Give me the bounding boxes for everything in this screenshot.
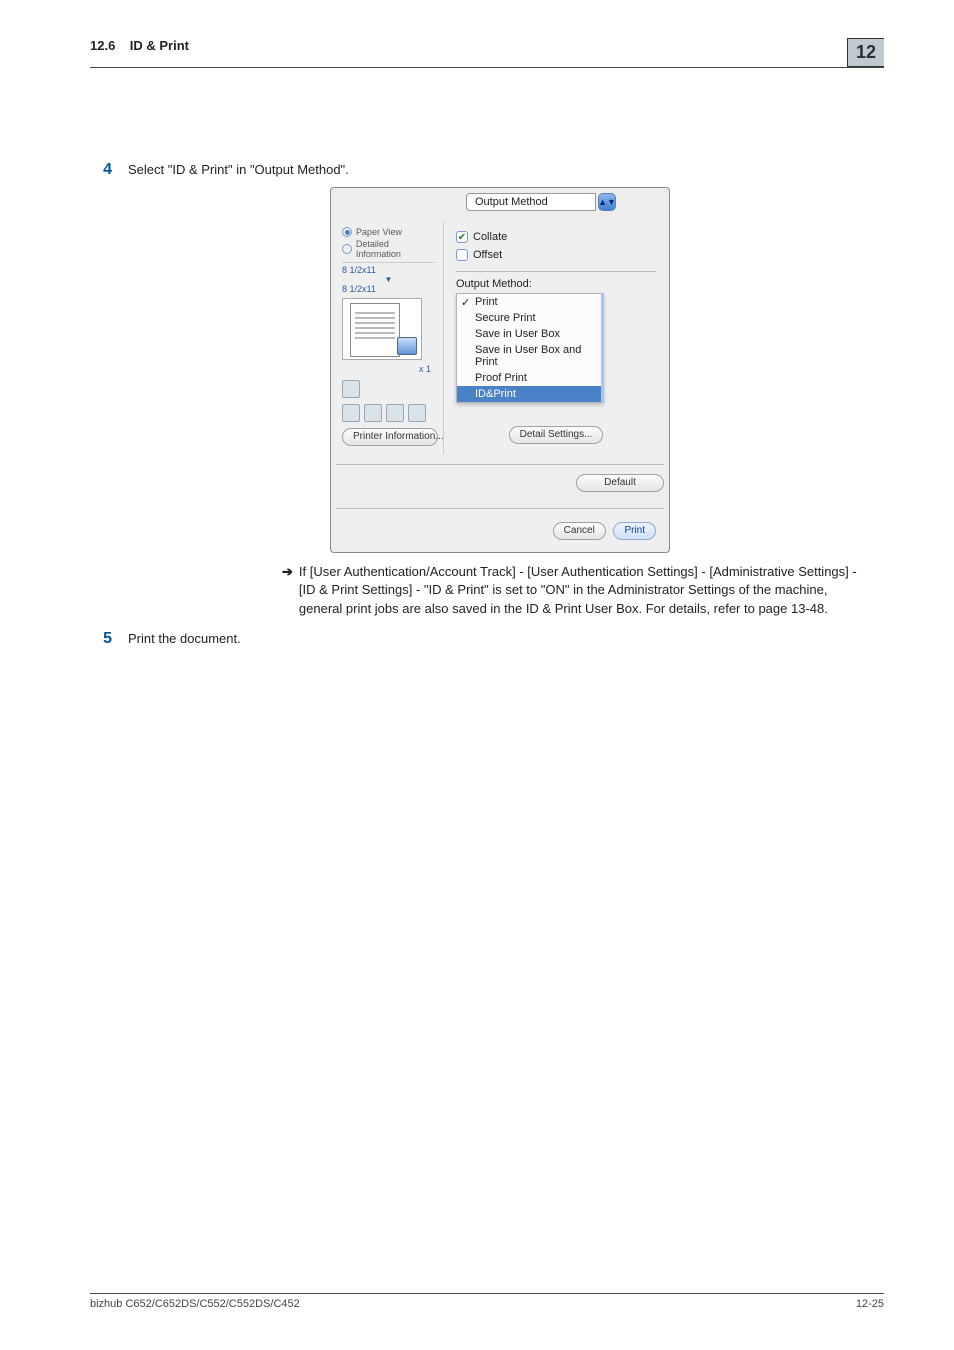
page-preview [342,298,422,360]
menu-item-save-box[interactable]: Save in User Box [457,326,601,342]
chapter-badge: 12 [847,38,884,67]
page-footer: bizhub C652/C652DS/C552/C552DS/C452 12-2… [90,1293,884,1310]
status-icon [386,404,404,422]
dialog-body: Paper View Detailed Information 8 1/2x11… [336,221,664,454]
dialog-screenshot: Output Method ▲▼ Paper View Detailed Inf… [330,187,670,553]
top-popup[interactable]: Output Method ▲▼ [466,193,664,211]
status-icon [342,380,360,398]
top-popup-value: Output Method [466,193,596,211]
status-icon-strip [342,380,435,398]
status-icon [342,404,360,422]
popup-arrow-icon[interactable]: ▲▼ [598,193,616,211]
down-arrow-icon: ▼ [342,275,435,284]
collate-label: Collate [473,231,507,243]
offset-label: Offset [473,249,502,261]
status-icon [408,404,426,422]
step-number: 5 [90,630,112,648]
detailed-info-radio[interactable]: Detailed Information [342,239,435,259]
footer-page: 12-25 [856,1298,884,1310]
section-number: 12.6 [90,38,115,53]
arrow-icon: ➔ [282,563,293,618]
step-text: Print the document. [128,630,864,648]
print-button[interactable]: Print [613,522,656,540]
menu-item-proof[interactable]: Proof Print [457,370,601,386]
menu-item-secure[interactable]: Secure Print [457,310,601,326]
zoom-multiplier: x 1 [342,364,435,374]
section-title: ID & Print [130,38,189,53]
step-5: 5 Print the document. [90,630,864,648]
header-divider [90,67,884,68]
step-4: 4 Select "ID & Print" in "Output Method"… [90,161,864,179]
paper-size-1: 8 1/2x11 [342,262,435,275]
checkbox-checked-icon: ✔ [456,231,468,243]
status-icon [364,404,382,422]
default-button[interactable]: Default [576,474,664,492]
detailed-info-label: Detailed Information [356,239,435,259]
status-icon-strip-2 [342,404,435,422]
paper-size-2: 8 1/2x11 [342,284,435,294]
separator [456,271,656,272]
collate-checkbox[interactable]: ✔ Collate [456,231,656,243]
output-method-menu[interactable]: Print Secure Print Save in User Box Save… [456,293,604,403]
footer-model: bizhub C652/C652DS/C552/C552DS/C452 [90,1298,300,1310]
menu-item-save-box-print[interactable]: Save in User Box and Print [457,342,601,370]
preview-overlay-icon [397,337,417,355]
paper-view-radio[interactable]: Paper View [342,227,435,237]
preview-panel: Paper View Detailed Information 8 1/2x11… [336,221,444,454]
radio-icon [342,244,352,254]
cancel-button[interactable]: Cancel [553,522,606,540]
offset-checkbox[interactable]: Offset [456,249,656,261]
menu-item-print[interactable]: Print [457,294,601,310]
note-block: ➔ If [User Authentication/Account Track]… [282,563,864,618]
dialog-footer: Cancel Print [336,508,664,544]
printer-info-button[interactable]: Printer Information... [342,428,438,446]
menu-item-idprint[interactable]: ID&Print [457,386,601,402]
options-panel: ✔ Collate Offset Output Method: Print Se… [444,221,664,454]
lower-panel: Default [336,464,664,492]
step-number: 4 [90,161,112,179]
step-text: Select "ID & Print" in "Output Method". [128,161,864,179]
detail-settings-button[interactable]: Detail Settings... [509,426,604,444]
note-text: If [User Authentication/Account Track] -… [299,563,864,618]
radio-icon [342,227,352,237]
output-method-label: Output Method: [456,278,656,290]
paper-view-label: Paper View [356,227,402,237]
checkbox-icon [456,249,468,261]
